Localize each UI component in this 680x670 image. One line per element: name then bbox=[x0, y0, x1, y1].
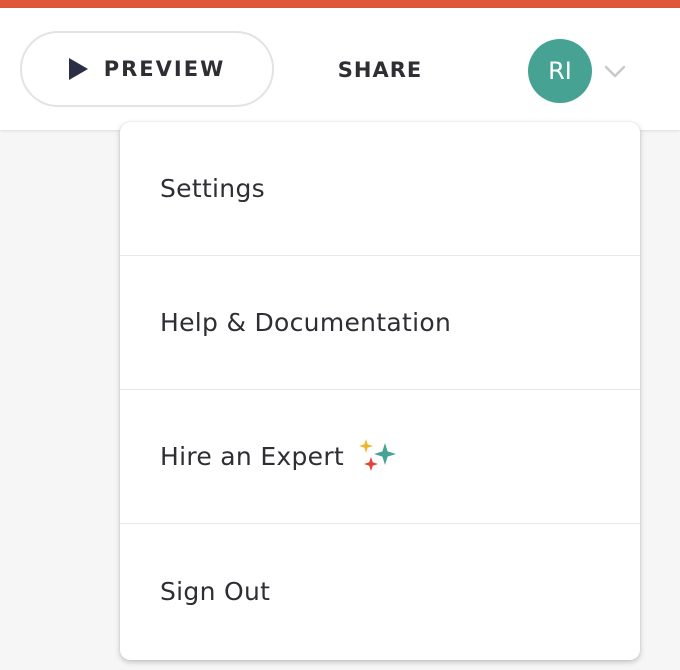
menu-item-label: Help & Documentation bbox=[160, 308, 452, 337]
account-dropdown-menu: Settings Help & Documentation Hire an Ex… bbox=[120, 122, 640, 660]
sparkle-icon bbox=[359, 438, 397, 471]
top-toolbar: PREVIEW SHARE RI bbox=[0, 8, 680, 130]
avatar[interactable]: RI bbox=[528, 39, 592, 103]
menu-item-settings[interactable]: Settings bbox=[120, 122, 640, 256]
accent-bar bbox=[0, 0, 680, 8]
menu-item-hire-an-expert[interactable]: Hire an Expert bbox=[120, 390, 640, 524]
avatar-initials: RI bbox=[548, 57, 572, 85]
menu-item-label: Settings bbox=[160, 174, 265, 203]
menu-item-label: Sign Out bbox=[160, 576, 271, 606]
share-button[interactable]: SHARE bbox=[330, 53, 430, 87]
menu-item-help-documentation[interactable]: Help & Documentation bbox=[120, 256, 640, 390]
preview-button[interactable]: PREVIEW bbox=[20, 31, 274, 107]
chevron-down-icon[interactable] bbox=[602, 58, 628, 84]
menu-item-label: Hire an Expert bbox=[160, 442, 345, 471]
play-icon bbox=[68, 58, 88, 80]
menu-item-sign-out[interactable]: Sign Out bbox=[120, 524, 640, 658]
preview-label: PREVIEW bbox=[103, 57, 226, 81]
